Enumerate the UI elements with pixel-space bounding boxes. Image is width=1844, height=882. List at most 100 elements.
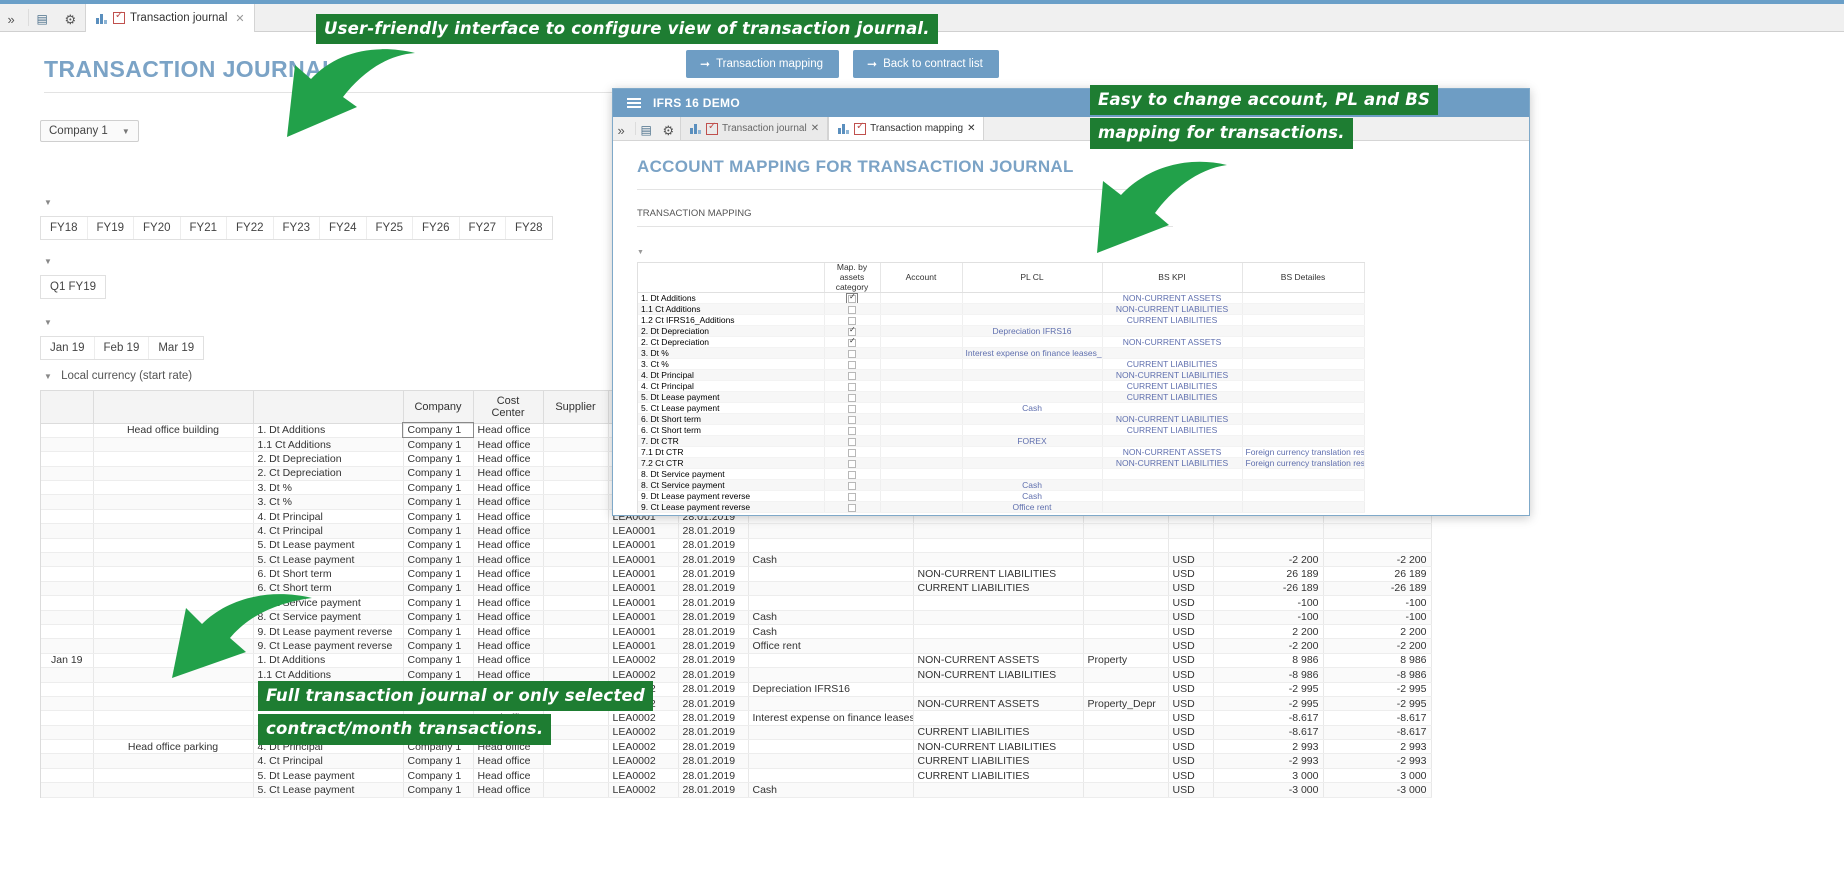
cell-bs-kpi[interactable] <box>913 538 1084 554</box>
mapping-bs-detailes[interactable] <box>1242 479 1365 492</box>
map-by-assets-category-checkbox-cell[interactable] <box>824 325 881 338</box>
cell-bs-detailes[interactable] <box>1083 725 1169 741</box>
table-row[interactable]: Head office parking 4. Dt Principal Compan… <box>41 739 1432 755</box>
mapping-bs-kpi[interactable]: NON-CURRENT ASSETS <box>1102 336 1243 349</box>
checkbox-icon[interactable] <box>848 449 856 457</box>
fiscal-year-pill-9[interactable]: FY27 <box>460 217 506 239</box>
cell-bs-detailes[interactable] <box>1083 624 1169 640</box>
cell-amount[interactable] <box>1213 523 1324 539</box>
cell-cost-center[interactable]: Head office <box>473 653 544 669</box>
checkbox-icon[interactable] <box>848 416 856 424</box>
map-by-assets-category-checkbox-cell[interactable] <box>824 435 881 448</box>
fiscal-year-pill-6[interactable]: FY24 <box>320 217 367 239</box>
table-row[interactable]: 5. Ct Lease payment Company 1 Head office L… <box>41 782 1432 798</box>
mapping-bs-detailes[interactable] <box>1242 402 1365 415</box>
cell-line[interactable]: 3. Ct % <box>253 494 404 510</box>
cell-asset[interactable] <box>93 667 254 683</box>
cell-supplier[interactable] <box>543 509 609 525</box>
cell-company[interactable]: Company 1 <box>403 538 474 554</box>
cell-amount[interactable]: -2 995 <box>1213 696 1324 712</box>
mapping-pl-cl[interactable]: Cash <box>962 402 1103 415</box>
mapping-row[interactable]: 2. Dt Depreciation Depreciation IFRS16 <box>638 325 1365 338</box>
mapping-pl-cl[interactable]: Depreciation IFRS16 <box>962 325 1103 338</box>
table-row[interactable]: 9. Ct Lease payment reverse Company 1 Head… <box>41 638 1432 654</box>
cell-period[interactable] <box>41 552 94 568</box>
table-row[interactable]: 2. Dt DepreciationCompany 1Head officeLE… <box>41 682 1432 697</box>
mapping-bs-kpi[interactable] <box>1102 325 1243 338</box>
table-row[interactable]: 6. Dt Short term Company 1 Head office LEA0… <box>41 566 1432 582</box>
cell-asset[interactable] <box>93 768 254 784</box>
cell-currency[interactable]: USD <box>1168 768 1214 784</box>
cell-period[interactable] <box>41 667 94 683</box>
cell-currency[interactable]: USD <box>1168 696 1214 712</box>
cell-line[interactable]: 4. Dt Principal <box>253 509 404 525</box>
cell-supplier[interactable] <box>543 768 609 784</box>
cell-contract[interactable]: LEA0002 <box>608 753 679 769</box>
cell-date[interactable]: 28.01.2019 <box>678 682 749 697</box>
mapping-bs-detailes[interactable] <box>1242 424 1365 437</box>
mapping-bs-kpi[interactable]: CURRENT LIABILITIES <box>1102 380 1243 393</box>
cell-company[interactable]: Company 1 <box>403 552 474 568</box>
cell-date[interactable]: 28.01.2019 <box>678 581 749 597</box>
mapping-account[interactable] <box>880 424 963 437</box>
cell-date[interactable]: 28.01.2019 <box>678 638 749 654</box>
mapping-bs-kpi[interactable] <box>1102 402 1243 415</box>
cell-cost-center[interactable]: Head office <box>473 610 544 625</box>
cell-amount[interactable]: -3 000 <box>1213 782 1324 798</box>
collapse-caret-fy-icon[interactable]: ▼ <box>44 198 52 207</box>
mapping-pl-cl[interactable] <box>962 457 1103 470</box>
cell-line[interactable]: 4. Ct Principal <box>253 753 404 769</box>
cell-period[interactable] <box>41 710 94 726</box>
cell-period[interactable] <box>41 624 94 640</box>
cell-amount-2[interactable] <box>1323 523 1432 539</box>
mapping-bs-detailes[interactable] <box>1242 380 1365 393</box>
checkbox-icon[interactable] <box>848 471 856 479</box>
cell-bs-kpi[interactable] <box>913 782 1084 798</box>
cell-company[interactable]: Company 1 <box>403 466 474 482</box>
cell-bs-detailes[interactable] <box>1083 768 1169 784</box>
mapping-row[interactable]: 7.1 Dt CTR NON-CURRENT ASSETS Foreign curr… <box>638 446 1365 459</box>
cell-bs-kpi[interactable]: CURRENT LIABILITIES <box>913 725 1084 741</box>
cell-supplier[interactable] <box>543 638 609 654</box>
mapping-bs-detailes[interactable] <box>1242 336 1365 349</box>
mapping-pl-cl[interactable] <box>962 413 1103 426</box>
cell-account[interactable] <box>748 696 914 712</box>
cell-bs-kpi[interactable] <box>913 595 1084 611</box>
cell-date[interactable]: 28.01.2019 <box>678 595 749 611</box>
cell-bs-detailes[interactable]: Property <box>1083 653 1169 669</box>
cell-account[interactable] <box>748 538 914 554</box>
table-row[interactable]: 5. Ct Lease payment Company 1 Head office L… <box>41 552 1432 568</box>
cell-contract[interactable]: LEA0001 <box>608 624 679 640</box>
cell-asset[interactable] <box>93 725 254 741</box>
cell-line[interactable]: 1.1 Ct Additions <box>253 667 404 683</box>
mapping-pl-cl[interactable] <box>962 380 1103 393</box>
cell-supplier[interactable] <box>543 523 609 539</box>
cell-amount[interactable]: -26 189 <box>1213 581 1324 597</box>
cell-asset[interactable] <box>93 696 254 712</box>
cell-asset[interactable] <box>93 509 254 525</box>
cell-account[interactable] <box>748 581 914 597</box>
mapping-col-header-3[interactable]: PL CL <box>962 263 1103 294</box>
mapping-bs-kpi[interactable] <box>1102 347 1243 360</box>
collapse-caret-quarter-icon[interactable]: ▼ <box>44 257 52 266</box>
cell-supplier[interactable] <box>543 595 609 611</box>
cell-date[interactable]: 28.01.2019 <box>678 667 749 683</box>
map-by-assets-category-checkbox-cell[interactable] <box>824 402 881 415</box>
cell-company[interactable]: Company 1 <box>403 753 474 769</box>
cell-amount[interactable]: -8 986 <box>1213 667 1324 683</box>
cell-company[interactable]: Company 1 <box>402 421 474 439</box>
mapping-account[interactable] <box>880 479 963 492</box>
cell-period[interactable] <box>41 437 94 453</box>
cell-line[interactable]: 1.1 Ct Additions <box>253 437 404 453</box>
cell-supplier[interactable] <box>543 451 609 467</box>
mapping-account[interactable] <box>880 446 963 459</box>
cell-bs-detailes[interactable] <box>1083 782 1169 798</box>
cell-cost-center[interactable]: Head office <box>473 782 544 798</box>
cell-contract[interactable]: LEA0001 <box>608 523 679 539</box>
mapping-row[interactable]: 9. Dt Lease payment reverse Cash <box>638 490 1365 503</box>
mapping-bs-kpi[interactable] <box>1102 501 1243 514</box>
cell-period[interactable] <box>41 638 94 654</box>
cell-period[interactable] <box>41 768 94 784</box>
mapping-bs-kpi[interactable]: CURRENT LIABILITIES <box>1102 358 1243 371</box>
cell-company[interactable]: Company 1 <box>403 768 474 784</box>
